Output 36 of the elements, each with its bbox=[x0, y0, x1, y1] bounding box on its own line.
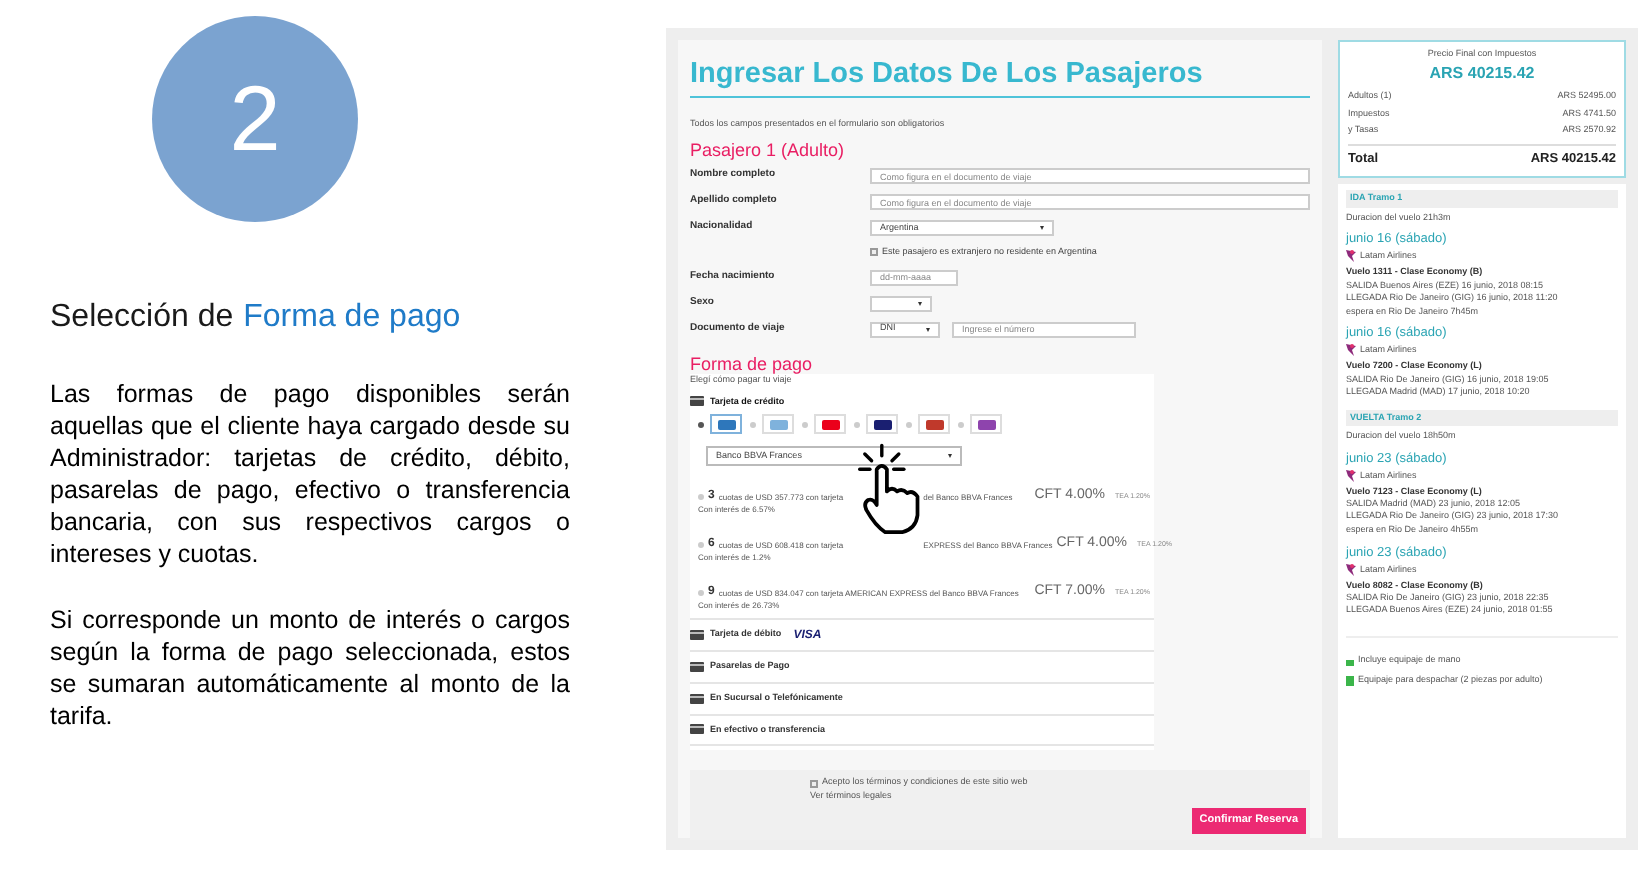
radio-button[interactable] bbox=[698, 589, 704, 596]
radio-button[interactable] bbox=[750, 421, 756, 428]
checkbox[interactable] bbox=[810, 779, 818, 788]
caret-icon bbox=[926, 327, 930, 332]
card-icon bbox=[690, 396, 704, 407]
caret-icon bbox=[918, 301, 922, 306]
card-logo[interactable] bbox=[866, 414, 898, 435]
form-title: Ingresar Los Datos De Los Pasajeros bbox=[690, 56, 1310, 98]
paragraph: Las formas de pago disponibles serán aquellas que el cliente haya cargado desde su Administrador: tarjetas de crédito, débito, pasarelas de pago, efectivo o transferencia bancaria, con sus respectivos cargos o intereses y cuotas. bbox=[50, 378, 570, 570]
airline-logo-icon bbox=[1346, 564, 1356, 577]
radio-button[interactable] bbox=[698, 493, 704, 500]
select-field[interactable] bbox=[870, 295, 932, 312]
radio-button[interactable] bbox=[698, 421, 704, 428]
suitcase-icon bbox=[1346, 674, 1354, 687]
airline-logo-icon bbox=[1346, 470, 1356, 483]
bag-icon bbox=[1346, 657, 1354, 666]
caret-icon bbox=[1040, 226, 1044, 230]
card-icon bbox=[690, 724, 704, 735]
card-icon bbox=[690, 630, 704, 641]
heading: Selección de bbox=[50, 298, 234, 338]
final-price: ARS 40215.42 bbox=[1427, 61, 1537, 86]
caret-icon bbox=[948, 454, 952, 459]
checkbox[interactable] bbox=[870, 248, 878, 257]
heading-highlight: Forma de pago bbox=[243, 298, 461, 338]
paragraph: Si corresponde un monto de interés o cargos según la forma de pago seleccionada, estos se sumaran automáticamente al monto de la tarifa. bbox=[50, 604, 570, 732]
radio-button[interactable] bbox=[958, 421, 964, 428]
radio-button[interactable] bbox=[802, 421, 808, 428]
card-icon bbox=[690, 661, 704, 672]
card-icon bbox=[690, 693, 704, 704]
radio-button[interactable] bbox=[698, 541, 704, 548]
passenger-title: Pasajero 1 (Adulto) bbox=[690, 140, 847, 162]
airline-logo-icon bbox=[1346, 344, 1356, 357]
radio-button[interactable] bbox=[906, 421, 912, 428]
section-title: Forma de pago bbox=[690, 353, 815, 374]
radio-button[interactable] bbox=[854, 421, 860, 428]
airline-logo-icon bbox=[1346, 250, 1356, 263]
